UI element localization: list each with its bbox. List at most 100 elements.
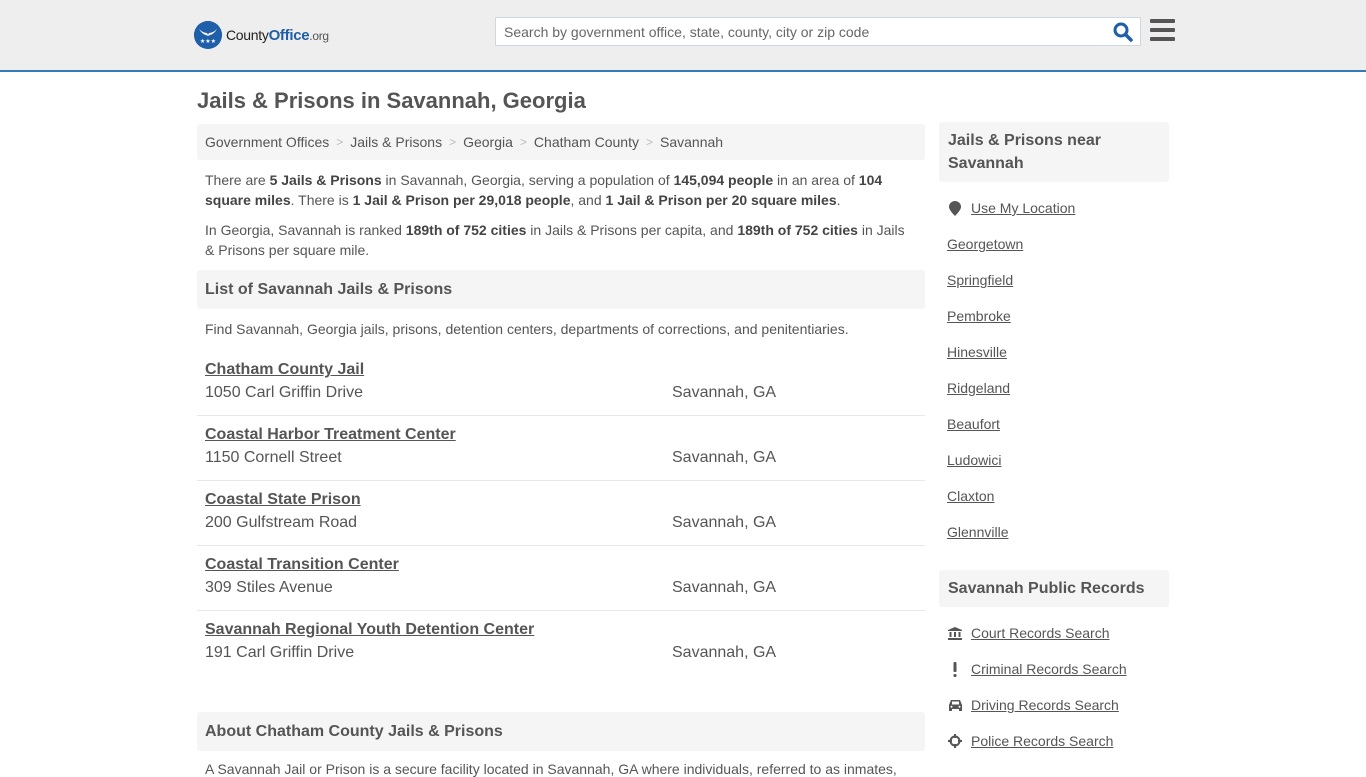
breadcrumb-separator: > xyxy=(449,135,457,149)
records-item: Court Records Search xyxy=(947,615,1161,651)
courthouse-icon xyxy=(947,626,963,640)
list-item: Coastal Harbor Treatment Center 1150 Cor… xyxy=(197,416,925,481)
breadcrumb-savannah[interactable]: Savannah xyxy=(660,134,723,150)
text: There are xyxy=(205,172,270,188)
text: . There is xyxy=(290,192,353,208)
city-link-georgetown[interactable]: Georgetown xyxy=(947,236,1023,252)
rank-per-area: 189th of 752 cities xyxy=(737,222,858,238)
per-capita: 1 Jail & Prison per 29,018 people xyxy=(352,192,571,208)
city-link-hinesville[interactable]: Hinesville xyxy=(947,344,1007,360)
nearby-city-item: Beaufort xyxy=(947,406,1161,442)
crosshair-icon xyxy=(947,734,963,748)
per-area: 1 Jail & Prison per 20 square miles xyxy=(605,192,837,208)
nearby-city-item: Georgetown xyxy=(947,226,1161,262)
sidebar: Jails & Prisons near Savannah Use My Loc… xyxy=(939,122,1169,759)
criminal-records-link[interactable]: Criminal Records Search xyxy=(971,661,1127,677)
menu-bar-icon xyxy=(1150,28,1175,32)
facility-city: Savannah, GA xyxy=(672,514,777,531)
search-icon xyxy=(1113,22,1133,42)
rank-per-capita: 189th of 752 cities xyxy=(405,222,527,238)
records-list: Court Records Search Criminal Records Se… xyxy=(939,615,1169,759)
list-item: Chatham County Jail 1050 Carl Griffin Dr… xyxy=(197,351,925,416)
facility-link[interactable]: Coastal State Prison xyxy=(205,491,361,509)
text: in an area of xyxy=(773,172,859,188)
facility-address: 191 Carl Griffin Drive xyxy=(205,644,355,661)
breadcrumb: Government Offices > Jails & Prisons > G… xyxy=(197,124,925,160)
about-text: A Savannah Jail or Prison is a secure fa… xyxy=(205,761,897,777)
facility-link[interactable]: Coastal Transition Center xyxy=(205,556,399,574)
facility-city: Savannah, GA xyxy=(672,384,777,401)
search-button[interactable] xyxy=(1112,21,1134,43)
list-heading: List of Savannah Jails & Prisons xyxy=(197,270,925,309)
nearby-city-item: Pembroke xyxy=(947,298,1161,334)
list-item: Savannah Regional Youth Detention Center… xyxy=(197,611,925,676)
search-bar xyxy=(495,17,1141,46)
facility-city: Savannah, GA xyxy=(672,449,777,466)
logo-office: Office xyxy=(268,26,310,44)
page-title: Jails & Prisons in Savannah, Georgia xyxy=(197,88,586,113)
population: 145,094 people xyxy=(673,172,774,188)
police-records-link[interactable]: Police Records Search xyxy=(971,733,1113,749)
breadcrumb-chatham-county[interactable]: Chatham County xyxy=(534,134,639,150)
exclamation-icon xyxy=(947,661,963,677)
driving-records-link[interactable]: Driving Records Search xyxy=(971,697,1119,713)
facility-address: 1050 Carl Griffin Drive xyxy=(205,384,363,401)
nearby-city-item: Hinesville xyxy=(947,334,1161,370)
intro-text: There are 5 Jails & Prisons in Savannah,… xyxy=(197,160,925,260)
list-description: Find Savannah, Georgia jails, prisons, d… xyxy=(205,321,849,337)
top-bar: ★★★ CountyOffice.org xyxy=(0,0,1366,72)
facility-link[interactable]: Savannah Regional Youth Detention Center xyxy=(205,621,534,639)
city-link-ludowici[interactable]: Ludowici xyxy=(947,452,1001,468)
facility-link[interactable]: Chatham County Jail xyxy=(205,361,364,379)
city-link-pembroke[interactable]: Pembroke xyxy=(947,308,1011,324)
use-my-location-link[interactable]: Use My Location xyxy=(971,200,1075,216)
breadcrumb-georgia[interactable]: Georgia xyxy=(463,134,513,150)
breadcrumb-separator: > xyxy=(519,135,527,149)
breadcrumb-jails-prisons[interactable]: Jails & Prisons xyxy=(350,134,442,150)
city-link-ridgeland[interactable]: Ridgeland xyxy=(947,380,1010,396)
logo-wordmark: CountyOffice.org xyxy=(226,27,329,44)
text: In Georgia, Savannah is ranked xyxy=(205,222,406,238)
nearby-heading: Jails & Prisons near Savannah xyxy=(939,122,1169,182)
records-heading: Savannah Public Records xyxy=(939,570,1169,607)
nearby-city-item: Claxton xyxy=(947,478,1161,514)
records-item: Criminal Records Search xyxy=(947,651,1161,687)
breadcrumb-government-offices[interactable]: Government Offices xyxy=(205,134,329,150)
facility-list: Chatham County Jail 1050 Carl Griffin Dr… xyxy=(197,351,925,676)
city-link-springfield[interactable]: Springfield xyxy=(947,272,1013,288)
eagle-logo-icon: ★★★ xyxy=(194,21,222,49)
site-logo[interactable]: ★★★ CountyOffice.org xyxy=(194,21,329,49)
intro-ranking: In Georgia, Savannah is ranked 189th of … xyxy=(205,220,917,260)
list-item: Coastal Transition Center 309 Stiles Ave… xyxy=(197,546,925,611)
main-content: Government Offices > Jails & Prisons > G… xyxy=(197,124,925,777)
court-records-link[interactable]: Court Records Search xyxy=(971,625,1110,641)
intro-summary: There are 5 Jails & Prisons in Savannah,… xyxy=(205,170,917,210)
records-item: Driving Records Search xyxy=(947,687,1161,723)
car-icon xyxy=(947,699,963,711)
facility-count: 5 Jails & Prisons xyxy=(269,172,382,188)
text: . xyxy=(836,192,841,208)
text: in Jails & Prisons per capita, and xyxy=(526,222,738,238)
records-item: Police Records Search xyxy=(947,723,1161,759)
city-link-beaufort[interactable]: Beaufort xyxy=(947,416,1000,432)
map-marker-icon xyxy=(947,200,963,216)
facility-address: 1150 Cornell Street xyxy=(205,449,342,466)
facility-link[interactable]: Coastal Harbor Treatment Center xyxy=(205,426,456,444)
nearby-city-item: Springfield xyxy=(947,262,1161,298)
facility-city: Savannah, GA xyxy=(672,644,777,661)
menu-bar-icon xyxy=(1150,19,1175,23)
facility-address: 309 Stiles Avenue xyxy=(205,579,333,596)
facility-address: 200 Gulfstream Road xyxy=(205,514,358,531)
hamburger-menu-button[interactable] xyxy=(1150,19,1175,43)
nearby-list: Use My Location Georgetown Springfield P… xyxy=(939,190,1169,550)
menu-bar-icon xyxy=(1150,37,1175,41)
text: in Savannah, Georgia, serving a populati… xyxy=(381,172,674,188)
nearby-city-item: Ridgeland xyxy=(947,370,1161,406)
city-link-claxton[interactable]: Claxton xyxy=(947,488,994,504)
search-input[interactable] xyxy=(496,18,1096,45)
city-link-glennville[interactable]: Glennville xyxy=(947,524,1008,540)
text: , and xyxy=(570,192,606,208)
nearby-city-item: Glennville xyxy=(947,514,1161,550)
svg-text:★★★: ★★★ xyxy=(200,38,216,45)
about-heading: About Chatham County Jails & Prisons xyxy=(197,712,925,751)
